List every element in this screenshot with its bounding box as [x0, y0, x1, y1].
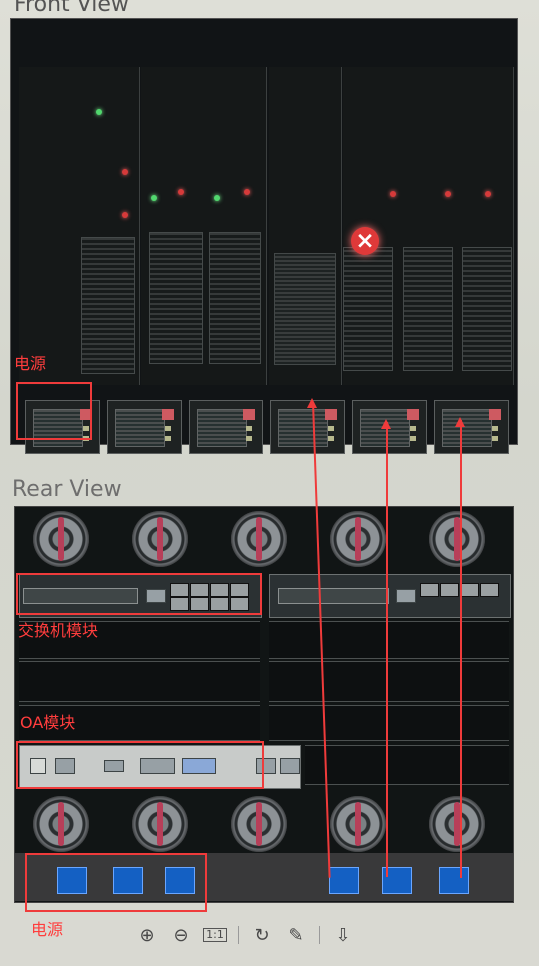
fan-module — [132, 796, 188, 852]
sfp-port — [420, 583, 439, 597]
front-view-title: Front View — [14, 0, 129, 17]
fan-module — [330, 511, 386, 567]
image-toolbar: ⊕ ⊖ 1:1 ↻ ✎ ⇩ — [136, 920, 354, 950]
blank-module — [269, 705, 509, 741]
alert-led — [390, 191, 396, 197]
alert-led — [122, 169, 128, 175]
sfp-port — [460, 583, 479, 597]
zoom-in-icon[interactable]: ⊕ — [136, 924, 158, 946]
drive-bay — [149, 232, 203, 364]
front-view-panel: × — [10, 18, 518, 454]
drive-bay — [209, 232, 261, 364]
rear-power-supply — [329, 867, 359, 894]
switch-module-label: 交换机模块 — [18, 621, 99, 640]
power-label-top: 电源 — [14, 354, 47, 373]
fan-module — [429, 511, 485, 567]
status-led — [96, 109, 102, 115]
arrow-head-icon — [455, 417, 465, 427]
actual-size-button[interactable]: 1:1 — [203, 924, 227, 946]
fault-icon: × — [351, 227, 379, 255]
alert-led — [445, 191, 451, 197]
sfp-port — [480, 583, 499, 597]
arrow-head-icon — [381, 419, 391, 429]
arrow-line — [460, 420, 462, 878]
network-port — [280, 758, 300, 774]
pencil-icon[interactable]: ✎ — [285, 924, 307, 946]
rear-power-supply — [439, 867, 469, 894]
fan-module — [330, 796, 386, 852]
arrow-head-icon — [307, 398, 317, 408]
rotate-icon[interactable]: ↻ — [251, 924, 273, 946]
drive-bay — [462, 247, 512, 371]
blade-bay-1 — [19, 67, 140, 385]
blade-bay-empty — [269, 67, 342, 385]
download-icon[interactable]: ⇩ — [332, 924, 354, 946]
fan-module — [33, 511, 89, 567]
rear-view-panel — [14, 506, 514, 903]
toolbar-divider — [319, 926, 320, 944]
blank-module — [19, 661, 260, 702]
switch-highlight — [16, 573, 262, 615]
sfp-port — [440, 583, 459, 597]
toolbar-divider — [238, 926, 239, 944]
alert-led — [244, 189, 250, 195]
oa-highlight — [16, 741, 264, 789]
switch-module-right — [269, 574, 511, 618]
zoom-out-icon[interactable]: ⊖ — [170, 924, 192, 946]
fan-module — [231, 796, 287, 852]
alert-led — [122, 212, 128, 218]
power-label-bottom: 电源 — [31, 920, 64, 939]
oa-module-label: OA模块 — [20, 713, 76, 732]
power-highlight-top — [16, 382, 92, 440]
power-highlight-bottom — [25, 853, 207, 912]
fan-module — [132, 511, 188, 567]
fan-module — [429, 796, 485, 852]
fan-module — [231, 511, 287, 567]
port-strip — [278, 588, 389, 604]
power-supply-4 — [270, 400, 346, 454]
status-led — [214, 195, 220, 201]
fan-module — [33, 796, 89, 852]
drive-bay — [403, 247, 453, 371]
actual-size-label: 1:1 — [203, 928, 227, 942]
arrow-line — [386, 422, 388, 877]
blank-module — [269, 661, 509, 702]
alert-led — [178, 189, 184, 195]
hardware-photo: Front View × 电源 Rear View 交换机模块 OA模块 — [0, 0, 539, 912]
blank-module — [305, 745, 509, 785]
network-port — [396, 589, 416, 603]
power-supply-3 — [188, 400, 264, 454]
alert-led — [485, 191, 491, 197]
power-supply-2 — [106, 400, 182, 454]
front-power-supplies — [25, 400, 509, 456]
rear-view-title: Rear View — [12, 477, 122, 502]
power-supply-6 — [434, 400, 509, 454]
drive-bay — [343, 247, 393, 371]
blade-bay-3 — [343, 67, 514, 385]
empty-bay-vent — [274, 253, 336, 365]
blank-module — [269, 621, 509, 659]
blade-bay-2 — [141, 67, 267, 385]
drive-bay — [81, 237, 135, 374]
status-led — [151, 195, 157, 201]
